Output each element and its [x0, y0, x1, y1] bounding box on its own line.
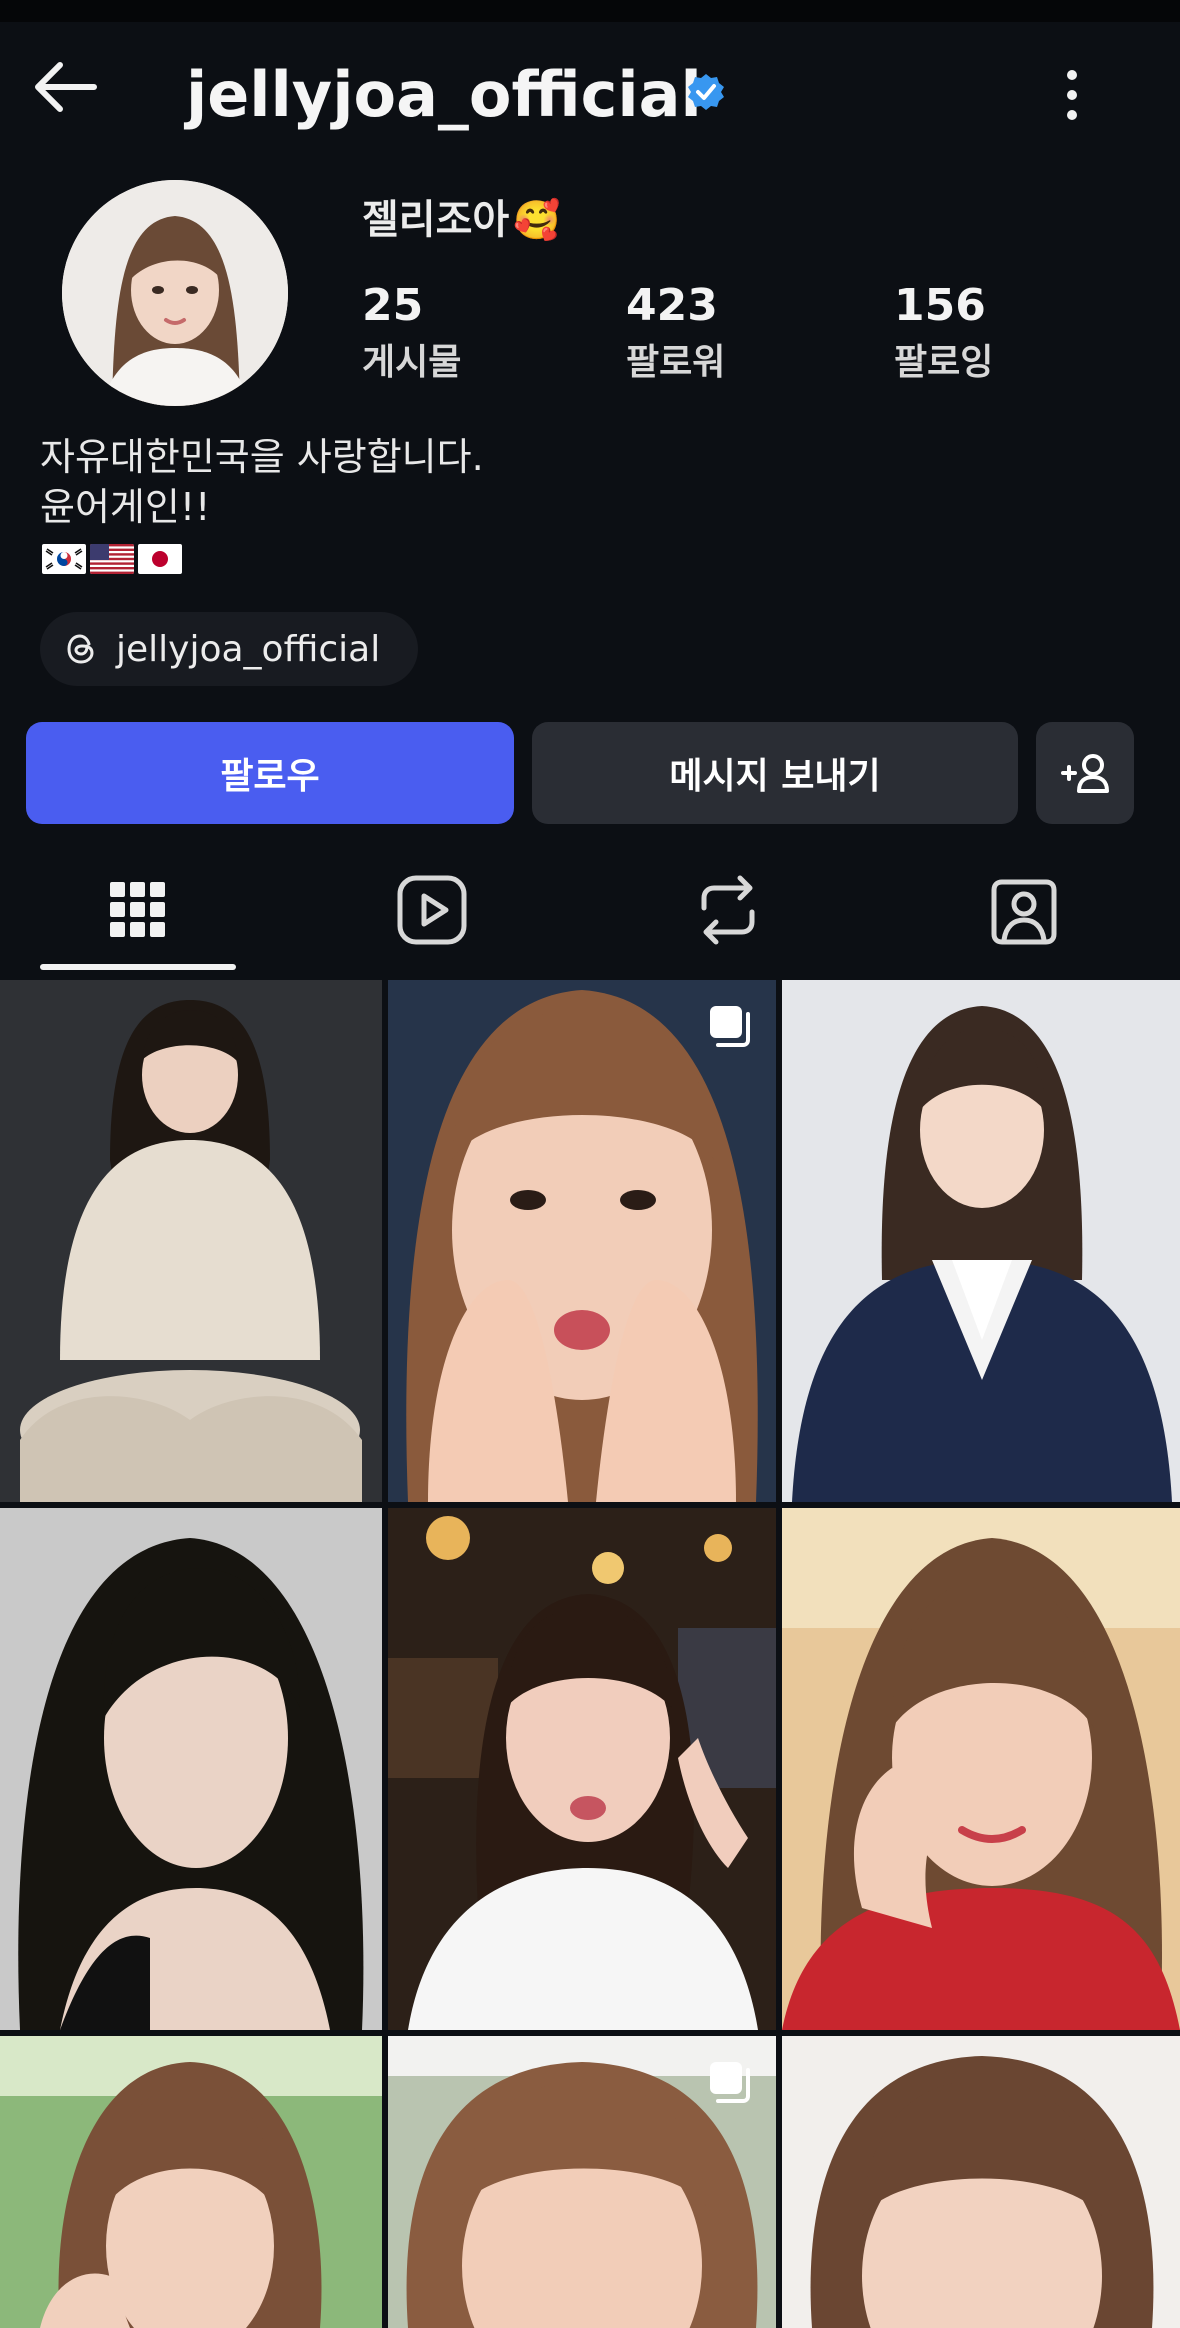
avatar-photo — [62, 180, 288, 406]
follow-button[interactable]: 팔로우 — [26, 722, 514, 824]
bio-line: 윤어게인!! — [40, 485, 211, 529]
post-thumbnail[interactable] — [388, 980, 776, 1502]
more-options-button[interactable] — [1040, 58, 1104, 132]
tab-reels[interactable] — [332, 850, 532, 970]
post-thumbnail[interactable] — [0, 980, 382, 1502]
south-korea-flag-icon — [42, 544, 86, 574]
profile-display-name: 젤리조아 🥰 — [362, 190, 561, 250]
grid-icon — [110, 882, 165, 937]
post-photo — [388, 980, 776, 1502]
display-name-text: 젤리조아 — [362, 197, 510, 243]
post-photo — [0, 1508, 382, 2030]
posts-count-label: 게시물 — [362, 342, 462, 383]
post-thumbnail[interactable] — [388, 1508, 776, 2030]
back-button[interactable] — [28, 50, 102, 124]
reposts-icon — [701, 875, 755, 945]
status-strip — [0, 0, 1180, 22]
followers-count-label: 팔로워 — [626, 342, 726, 383]
following-count-value: 156 — [894, 280, 986, 331]
posts-count-stat[interactable]: 25 게시물 — [362, 278, 461, 390]
followers-count-value: 423 — [626, 280, 718, 331]
post-thumbnail[interactable] — [388, 2036, 776, 2328]
active-tab-indicator — [40, 964, 236, 970]
threads-icon — [67, 634, 94, 664]
post-thumbnail[interactable] — [782, 980, 1180, 1502]
japan-flag-icon — [138, 544, 182, 574]
tagged-person-icon — [991, 879, 1057, 945]
verified-badge-icon — [688, 74, 724, 110]
tab-posts-grid[interactable] — [38, 850, 238, 970]
multiple-photos-icon — [710, 2062, 750, 2103]
reels-icon — [397, 875, 467, 945]
united-states-flag-icon — [90, 544, 134, 574]
post-thumbnail[interactable] — [782, 2036, 1180, 2328]
posts-count-value: 25 — [362, 280, 424, 331]
profile-content-tabs — [0, 850, 1180, 980]
tab-reposts[interactable] — [628, 850, 828, 970]
post-photo — [782, 2036, 1180, 2328]
post-thumbnail[interactable] — [0, 2036, 382, 2328]
suggested-accounts-button[interactable] — [1036, 722, 1134, 824]
profile-bio: 자유대한민국을 사랑합니다. 윤어게인!! — [40, 432, 484, 532]
message-button[interactable]: 메시지 보내기 — [532, 722, 1018, 824]
smiling-face-hearts-emoji: 🥰 — [513, 198, 561, 242]
following-count-label: 팔로잉 — [894, 342, 994, 383]
post-photo — [0, 980, 382, 1502]
vertical-dots-icon — [1067, 70, 1077, 120]
threads-handle-text: jellyjoa_official — [116, 628, 381, 670]
post-thumbnail[interactable] — [782, 1508, 1180, 2030]
followers-count-stat[interactable]: 423 팔로워 — [626, 278, 725, 390]
posts-grid — [0, 980, 1180, 2328]
tab-tagged[interactable] — [924, 850, 1124, 970]
multiple-photos-icon — [710, 1006, 750, 1047]
profile-username-title: jellyjoa_official — [186, 58, 702, 131]
threads-profile-link[interactable]: jellyjoa_official — [40, 612, 419, 686]
post-photo — [0, 2036, 382, 2328]
follow-button-label: 팔로우 — [220, 756, 320, 797]
profile-avatar[interactable] — [62, 180, 288, 406]
post-photo — [782, 980, 1180, 1502]
following-count-stat[interactable]: 156 팔로잉 — [894, 278, 993, 390]
bio-flags — [42, 544, 182, 574]
add-person-icon — [1061, 754, 1109, 793]
post-photo — [388, 1508, 776, 2030]
post-photo — [782, 1508, 1180, 2030]
back-arrow-icon — [35, 62, 97, 112]
bio-line: 자유대한민국을 사랑합니다. — [40, 435, 484, 479]
profile-header: jellyjoa_official — [0, 22, 1180, 152]
post-thumbnail[interactable] — [0, 1508, 382, 2030]
message-button-label: 메시지 보내기 — [669, 756, 881, 797]
